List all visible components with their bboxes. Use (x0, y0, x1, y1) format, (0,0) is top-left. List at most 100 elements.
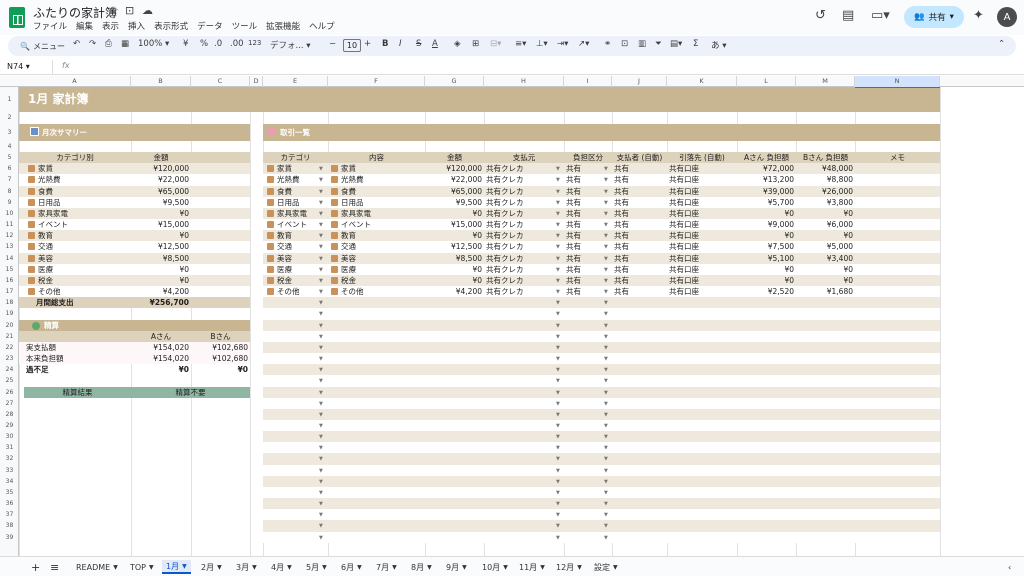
redo-icon[interactable]: ↷ (89, 39, 96, 49)
chevron-down-icon[interactable]: ▼ (322, 564, 327, 571)
chevron-down-icon[interactable]: ▾ (950, 12, 954, 22)
dropdown-chevron-icon[interactable]: ▼ (319, 401, 323, 407)
transaction-source[interactable]: 共有クレカ (484, 286, 555, 297)
transaction-b-share[interactable]: ¥0 (796, 275, 855, 286)
menu-item[interactable]: 編集 (76, 20, 93, 32)
transaction-b-share[interactable]: ¥0 (796, 264, 855, 275)
vertical-align-icon[interactable]: ⊥▾ (536, 39, 548, 49)
print-icon[interactable]: ⎙ (105, 39, 112, 49)
settlement-b[interactable]: ¥102,680 (191, 353, 250, 364)
filter-views-icon[interactable]: ▤▾ (670, 39, 682, 49)
transaction-share[interactable]: 共有 (564, 219, 605, 230)
all-sheets-icon[interactable]: ≡ (46, 560, 63, 574)
dropdown-chevron-icon[interactable]: ▼ (604, 501, 608, 507)
dropdown-chevron-icon[interactable]: ▼ (556, 278, 560, 284)
transaction-payer[interactable]: 共有 (612, 264, 667, 275)
bold-button[interactable]: B (382, 39, 388, 49)
transaction-b-share[interactable]: ¥1,680 (796, 286, 855, 297)
column-header[interactable]: H (484, 76, 564, 87)
transaction-category[interactable]: その他 (275, 286, 320, 297)
transactions-col-header[interactable]: Aさん 負担額 (737, 152, 796, 163)
dropdown-chevron-icon[interactable]: ▼ (319, 445, 323, 451)
dropdown-chevron-icon[interactable]: ▼ (556, 289, 560, 295)
menu-item[interactable]: ツール (232, 20, 258, 32)
chevron-down-icon[interactable]: ▼ (577, 564, 582, 571)
column-header[interactable]: E (263, 76, 328, 87)
transaction-account[interactable]: 共有口座 (667, 286, 737, 297)
dropdown-chevron-icon[interactable]: ▼ (604, 323, 608, 329)
transaction-account[interactable]: 共有口座 (667, 264, 737, 275)
dropdown-chevron-icon[interactable]: ▼ (556, 177, 560, 183)
row-header[interactable]: 25 (0, 375, 19, 386)
dropdown-chevron-icon[interactable]: ▼ (556, 445, 560, 451)
dropdown-chevron-icon[interactable]: ▼ (319, 311, 323, 317)
dropdown-chevron-icon[interactable]: ▼ (604, 456, 608, 462)
currency-button[interactable]: ¥ (183, 39, 188, 49)
transaction-source[interactable]: 共有クレカ (484, 253, 555, 264)
row-header[interactable]: 34 (0, 476, 19, 487)
dropdown-chevron-icon[interactable]: ▼ (556, 367, 560, 373)
avatar[interactable]: A (997, 7, 1017, 27)
decrease-font-size-icon[interactable]: − (329, 39, 336, 49)
transaction-category[interactable]: 家具家電 (275, 208, 320, 219)
transaction-description[interactable]: 日用品 (339, 197, 425, 208)
transaction-amount[interactable]: ¥12,500 (425, 241, 484, 252)
dropdown-chevron-icon[interactable]: ▼ (319, 434, 323, 440)
transaction-description[interactable]: 医療 (339, 264, 425, 275)
row-header[interactable]: 22 (0, 342, 19, 353)
text-color-icon[interactable]: A (432, 39, 438, 49)
transaction-a-share[interactable]: ¥72,000 (737, 163, 796, 174)
dropdown-chevron-icon[interactable]: ▼ (604, 401, 608, 407)
row-header[interactable]: 16 (0, 275, 19, 286)
transactions-col-header[interactable]: Bさん 負担額 (796, 152, 855, 163)
transaction-b-share[interactable]: ¥0 (796, 208, 855, 219)
transaction-payer[interactable]: 共有 (612, 197, 667, 208)
transactions-col-header[interactable]: カテゴリ (263, 152, 328, 163)
share-button[interactable]: 👥 共有 ▾ (904, 6, 964, 28)
insert-comment-icon[interactable]: ⊡ (621, 39, 628, 49)
transaction-source[interactable]: 共有クレカ (484, 208, 555, 219)
total-label[interactable]: 月間総支出 (26, 297, 131, 308)
transaction-a-share[interactable]: ¥0 (737, 264, 796, 275)
paint-format-icon[interactable]: ▦ (121, 39, 129, 49)
chevron-down-icon[interactable]: ▼ (392, 564, 397, 571)
transaction-amount[interactable]: ¥15,000 (425, 219, 484, 230)
dropdown-chevron-icon[interactable]: ▼ (604, 490, 608, 496)
row-header[interactable]: 37 (0, 509, 19, 520)
decrease-decimal-button[interactable]: .0 (214, 39, 222, 49)
dropdown-chevron-icon[interactable]: ▼ (604, 535, 608, 541)
row-header[interactable]: 15 (0, 264, 19, 275)
settlement-a[interactable]: ¥0 (131, 364, 191, 375)
dropdown-chevron-icon[interactable]: ▼ (604, 412, 608, 418)
dropdown-chevron-icon[interactable]: ▼ (319, 323, 323, 329)
transaction-category[interactable]: 食費 (275, 186, 320, 197)
dropdown-chevron-icon[interactable]: ▼ (319, 200, 323, 206)
dropdown-chevron-icon[interactable]: ▼ (604, 300, 608, 306)
settlement-label[interactable]: 本来負担額 (24, 353, 131, 364)
row-header[interactable]: 36 (0, 498, 19, 509)
transaction-description[interactable]: 家具家電 (339, 208, 425, 219)
dropdown-chevron-icon[interactable]: ▼ (556, 535, 560, 541)
sheet-tab[interactable]: TOP ▼ (126, 560, 158, 574)
transaction-source[interactable]: 共有クレカ (484, 241, 555, 252)
add-sheet-icon[interactable]: + (27, 560, 44, 574)
sheet-tab[interactable]: 6月 ▼ (337, 560, 366, 574)
summary-amount[interactable]: ¥12,500 (131, 241, 191, 252)
row-header[interactable]: 5 (0, 152, 19, 163)
menu-search-button[interactable]: 🔍 メニュー (20, 39, 72, 53)
row-header[interactable]: 21 (0, 331, 19, 342)
transaction-account[interactable]: 共有口座 (667, 208, 737, 219)
transaction-amount[interactable]: ¥22,000 (425, 174, 484, 185)
transaction-account[interactable]: 共有口座 (667, 241, 737, 252)
transaction-account[interactable]: 共有口座 (667, 163, 737, 174)
dropdown-chevron-icon[interactable]: ▼ (556, 501, 560, 507)
row-header[interactable]: 10 (0, 208, 19, 219)
dropdown-chevron-icon[interactable]: ▼ (604, 311, 608, 317)
row-header[interactable]: 7 (0, 174, 19, 185)
dropdown-chevron-icon[interactable]: ▼ (556, 300, 560, 306)
row-header[interactable]: 17 (0, 286, 19, 297)
cloud-status-icon[interactable]: ☁ (142, 4, 153, 17)
sheet-tab[interactable]: 1月 ▼ (162, 560, 191, 574)
dropdown-chevron-icon[interactable]: ▼ (604, 244, 608, 250)
transaction-category[interactable]: 医療 (275, 264, 320, 275)
